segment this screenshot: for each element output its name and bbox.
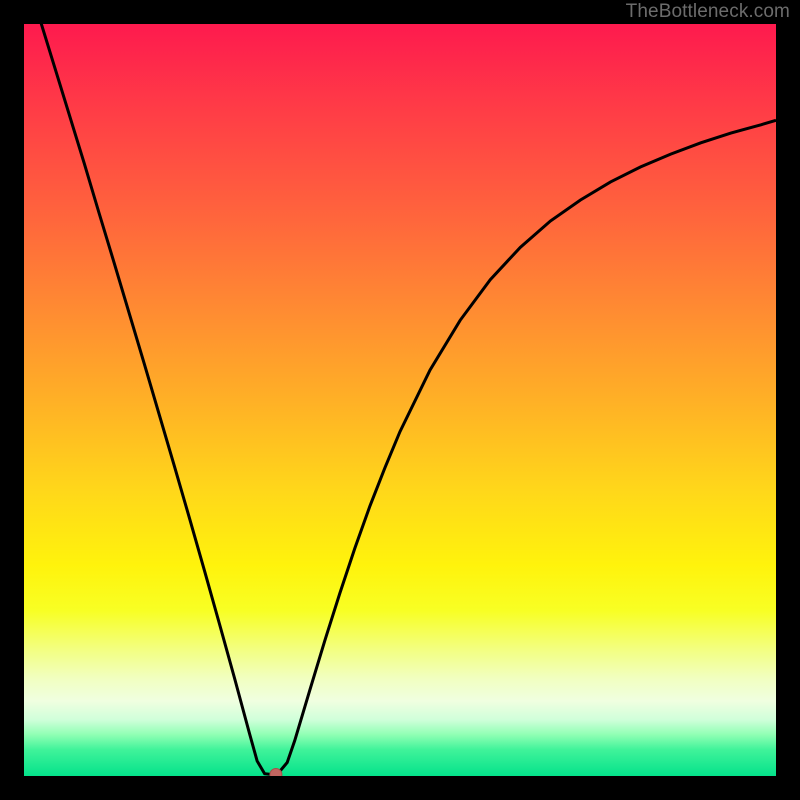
bottleneck-curve	[24, 24, 776, 776]
chart-frame: TheBottleneck.com	[0, 0, 800, 800]
plot-area	[24, 24, 776, 776]
minimum-marker	[270, 769, 282, 777]
watermark-text: TheBottleneck.com	[626, 1, 790, 23]
